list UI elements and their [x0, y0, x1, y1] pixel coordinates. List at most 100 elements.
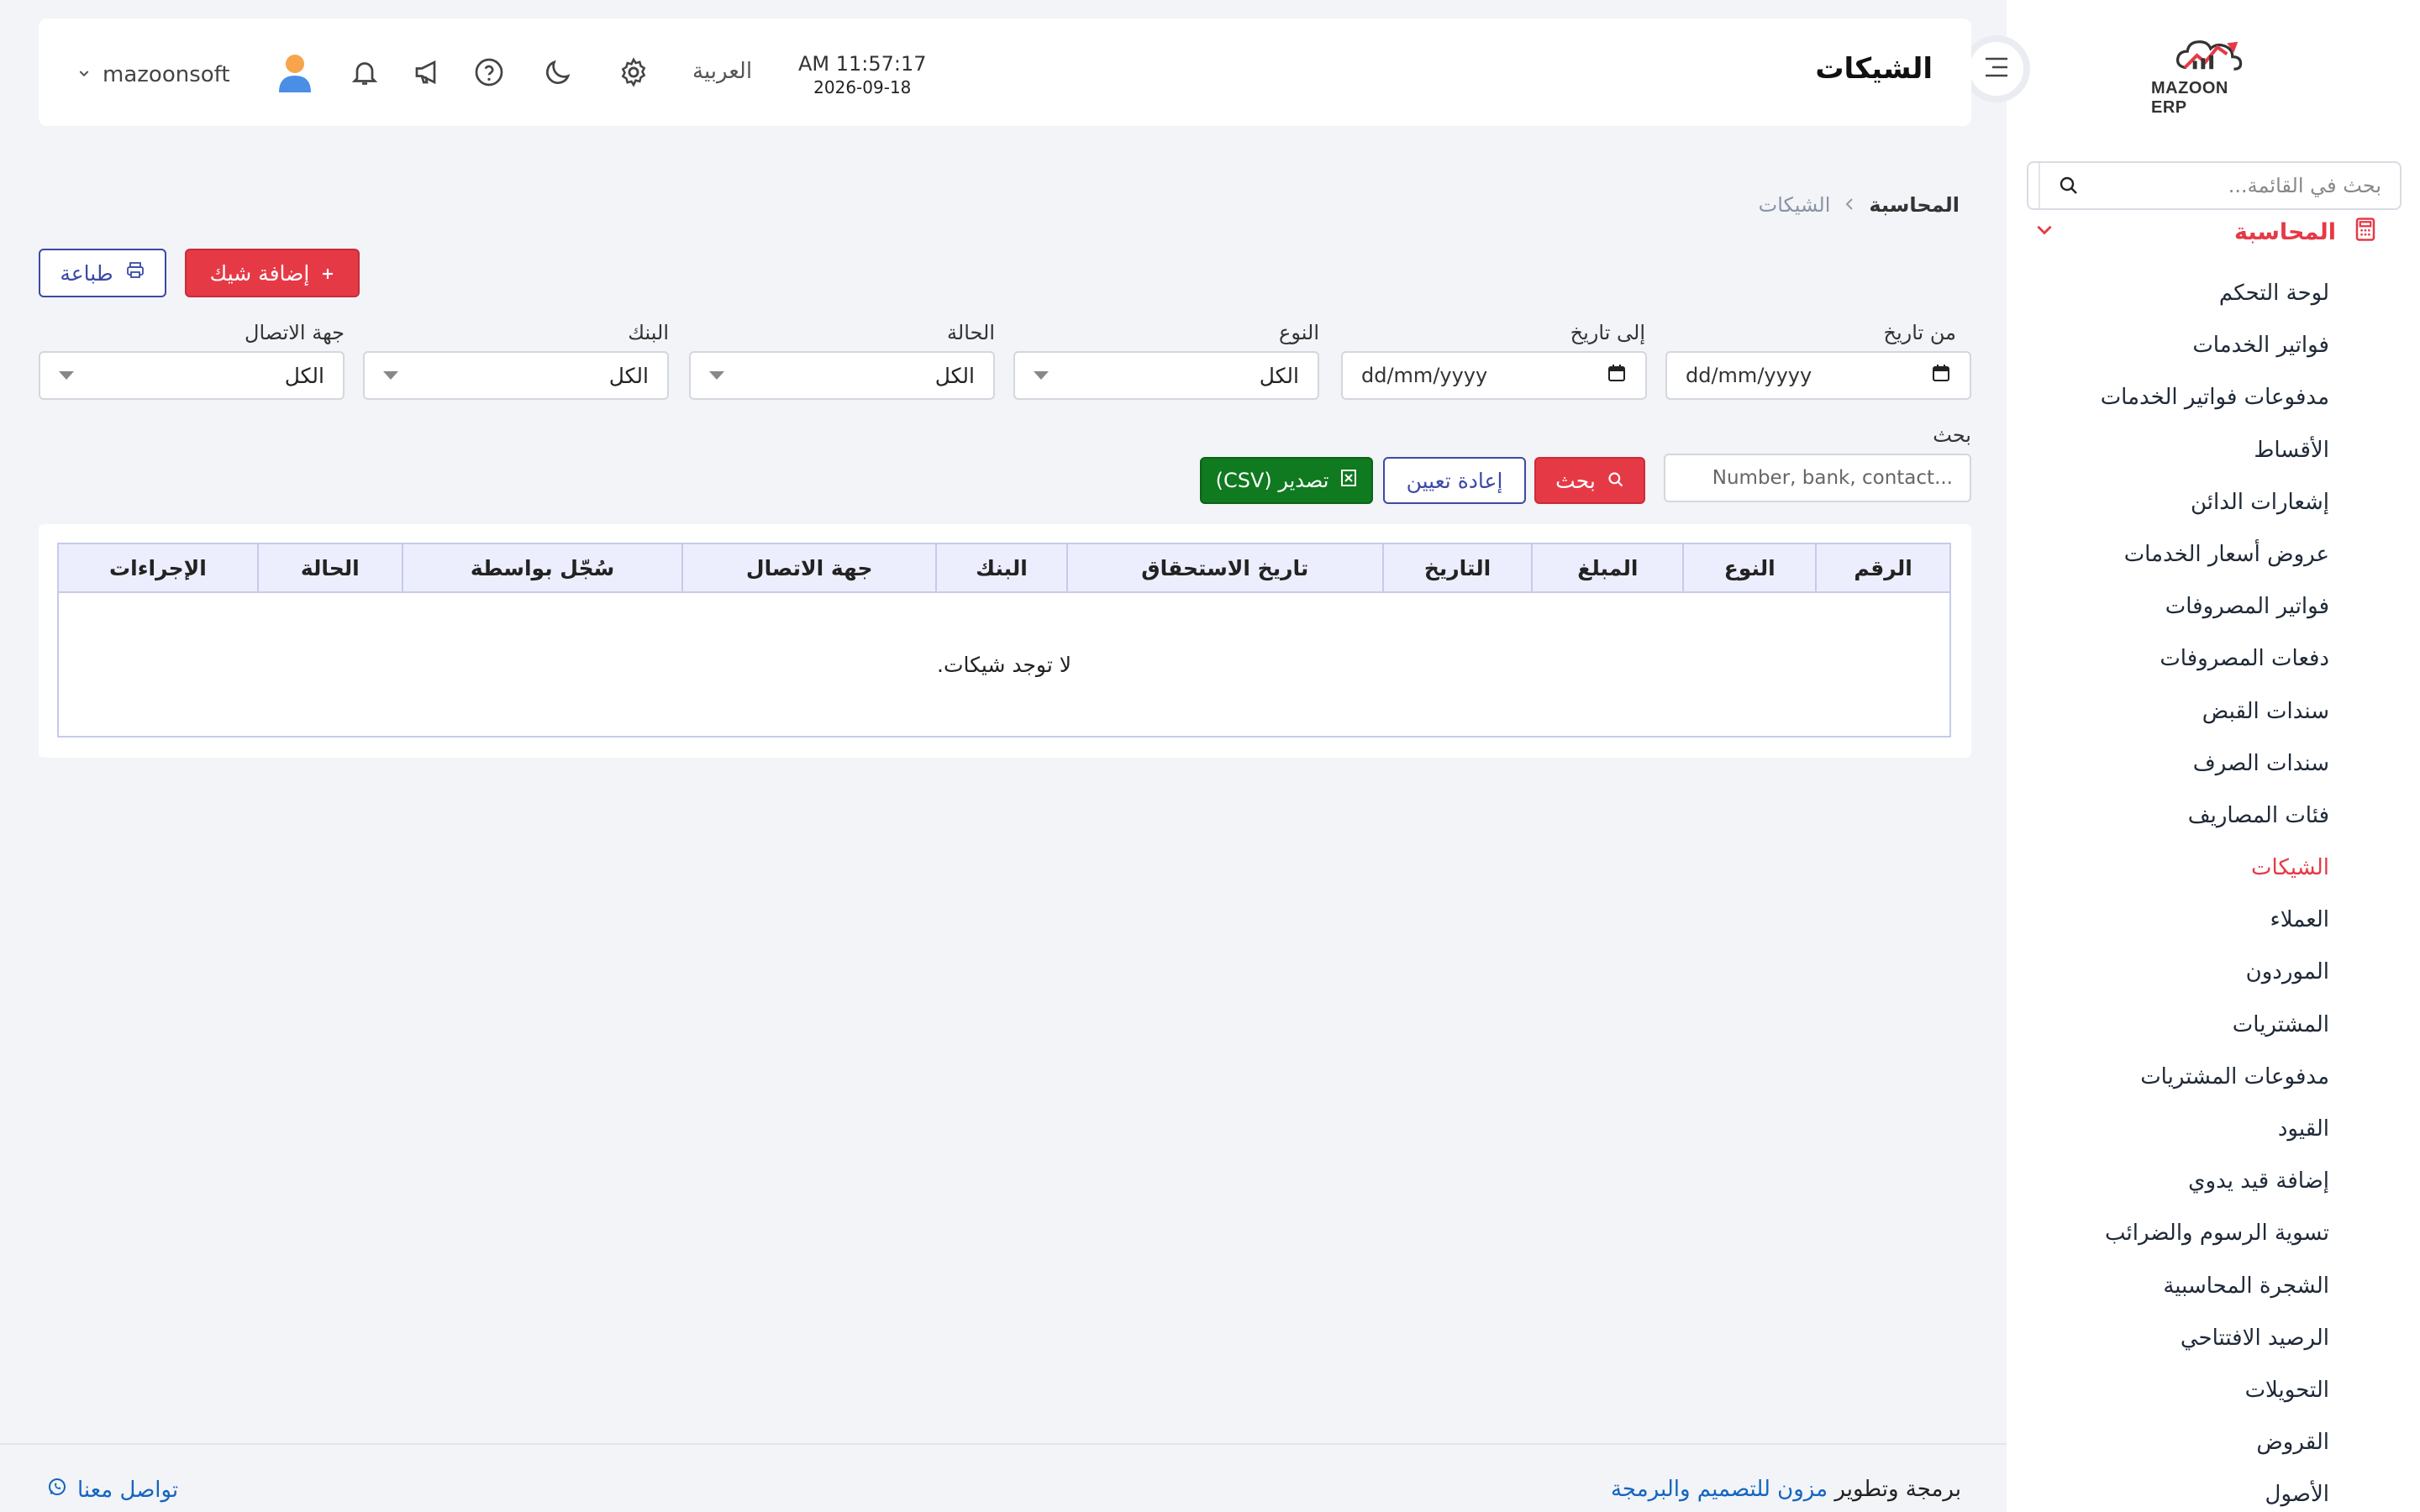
- caret-down-icon: [383, 371, 398, 380]
- whatsapp-icon: [47, 1477, 67, 1503]
- sidebar-item[interactable]: سندات القبض: [2010, 685, 2329, 738]
- search-icon: [1607, 469, 1624, 493]
- table-row: لا توجد شيكات.: [58, 592, 1950, 737]
- status-label: الحالة: [947, 321, 995, 344]
- spreadsheet-icon: [1340, 469, 1357, 492]
- to-date-value: dd/mm/yyyy: [1361, 364, 1488, 387]
- calculator-icon: [2353, 217, 2378, 248]
- col-contact[interactable]: جهة الاتصال: [681, 543, 938, 593]
- caret-down-icon: [709, 371, 724, 380]
- col-status[interactable]: الحالة: [256, 543, 403, 593]
- contact-label: جهة الاتصال: [245, 321, 345, 344]
- sidebar-item[interactable]: تسوية الرسوم والضرائب: [2010, 1207, 2329, 1259]
- from-date-label: من تاريخ: [1883, 321, 1956, 344]
- add-cheque-label: إضافة شيك: [209, 260, 310, 286]
- sidebar-group-accounting[interactable]: المحاسبة: [2033, 215, 2378, 249]
- help-icon[interactable]: [471, 54, 508, 91]
- sidebar-item[interactable]: سندات الصرف: [2010, 738, 2329, 790]
- search-input[interactable]: [1664, 454, 1971, 502]
- sidebar-item[interactable]: الموردون: [2010, 946, 2329, 998]
- breadcrumb: المحاسبة الشيكات: [1759, 193, 1960, 217]
- sidebar-item[interactable]: دفعات المصروفات: [2010, 633, 2329, 685]
- reset-button[interactable]: إعادة تعيين: [1383, 457, 1526, 504]
- type-label: النوع: [1279, 321, 1319, 344]
- chevron-left-icon: [1844, 195, 1855, 216]
- status-select[interactable]: الكل: [689, 351, 995, 400]
- sidebar-menu: لوحة التحكم فواتير الخدمات مدفوعات فواتي…: [2010, 267, 2329, 1512]
- sidebar-item[interactable]: فواتير الخدمات: [2010, 319, 2329, 371]
- clock-date: 2026-09-18: [813, 77, 912, 97]
- calendar-icon[interactable]: [1931, 363, 1951, 388]
- sidebar-item[interactable]: مدفوعات المشتريات: [2010, 1051, 2329, 1103]
- search-label: بحث: [1933, 423, 1971, 447]
- sidebar-item[interactable]: عروض أسعار الخدمات: [2010, 528, 2329, 580]
- sidebar-item[interactable]: الشجرة المحاسبية: [2010, 1260, 2329, 1312]
- from-date-input[interactable]: dd/mm/yyyy: [1665, 351, 1971, 400]
- printer-icon: [125, 260, 145, 286]
- sidebar-item[interactable]: فواتير المصروفات: [2010, 580, 2329, 633]
- bank-select[interactable]: الكل: [363, 351, 669, 400]
- col-date[interactable]: التاريخ: [1381, 543, 1534, 593]
- col-due-date[interactable]: تاريخ الاستحقاق: [1065, 543, 1384, 593]
- breadcrumb-current: الشيكات: [1758, 193, 1831, 217]
- chevron-down-icon: [2033, 218, 2055, 246]
- col-type[interactable]: النوع: [1682, 543, 1818, 593]
- language-switch[interactable]: العربية: [692, 59, 752, 84]
- export-csv-button[interactable]: تصدير (CSV): [1200, 457, 1373, 504]
- calendar-icon[interactable]: [1607, 363, 1627, 388]
- sidebar-item[interactable]: لوحة التحكم: [2010, 267, 2329, 319]
- sidebar-toggle-button[interactable]: [1963, 35, 2030, 102]
- sidebar-item[interactable]: التحويلات: [2010, 1364, 2329, 1416]
- sidebar-item[interactable]: الأصول: [2010, 1468, 2329, 1512]
- sidebar-item[interactable]: القروض: [2010, 1416, 2329, 1468]
- sidebar-item[interactable]: الرصيد الافتتاحي: [2010, 1312, 2329, 1364]
- breadcrumb-parent[interactable]: المحاسبة: [1869, 193, 1960, 217]
- footer-credit-link[interactable]: مزون للتصميم والبرمجة: [1611, 1477, 1828, 1502]
- top-header: الشيكات AM 11:57:17 2026-09-18 العربية m…: [39, 18, 1971, 126]
- contact-value: الكل: [284, 363, 324, 388]
- add-cheque-button[interactable]: إضافة شيك: [185, 249, 360, 297]
- sidebar-search[interactable]: [2027, 161, 2402, 210]
- search-button[interactable]: بحث: [1534, 457, 1645, 504]
- caret-down-icon: [1034, 371, 1049, 380]
- sidebar-item[interactable]: مدفوعات فواتير الخدمات: [2010, 371, 2329, 423]
- sidebar-item[interactable]: فئات المصاريف: [2010, 790, 2329, 842]
- search-icon[interactable]: [2039, 163, 2097, 208]
- user-menu[interactable]: mazoonsoft: [77, 52, 314, 97]
- search-button-label: بحث: [1555, 468, 1596, 493]
- bank-value: الكل: [608, 363, 649, 388]
- col-number[interactable]: الرقم: [1815, 543, 1951, 593]
- sidebar: MAZOON ERP المحاسبة لوحة التحكم فواتير ا…: [2007, 0, 2420, 1512]
- contact-us-link[interactable]: تواصل معنا: [47, 1477, 178, 1503]
- sidebar-item[interactable]: العملاء: [2010, 894, 2329, 946]
- sidebar-item[interactable]: المشتريات: [2010, 999, 2329, 1051]
- sidebar-item-cheques-active[interactable]: الشيكات: [2010, 842, 2329, 894]
- megaphone-icon[interactable]: [408, 54, 445, 91]
- print-button[interactable]: طباعة: [39, 249, 166, 297]
- col-actions: الإجراءات: [57, 543, 259, 593]
- type-select[interactable]: الكل: [1013, 351, 1319, 400]
- sidebar-item[interactable]: القيود: [2010, 1103, 2329, 1155]
- to-date-input[interactable]: dd/mm/yyyy: [1341, 351, 1647, 400]
- menu-icon: [1982, 55, 2011, 83]
- gear-icon[interactable]: [615, 54, 652, 91]
- footer-credit: برمجة وتطوير مزون للتصميم والبرمجة: [1611, 1477, 1961, 1502]
- caret-down-icon: [59, 371, 74, 380]
- contact-us-label: تواصل معنا: [77, 1477, 179, 1503]
- page-title: الشيكات: [1815, 52, 1933, 86]
- contact-select[interactable]: الكل: [39, 351, 345, 400]
- brand-logo[interactable]: MAZOON ERP: [2151, 34, 2269, 118]
- sidebar-search-input[interactable]: [2097, 174, 2400, 197]
- logo-cloud-icon: [2175, 40, 2243, 71]
- sidebar-group-label: المحاسبة: [2233, 218, 2336, 245]
- moon-icon[interactable]: [539, 54, 576, 91]
- bank-label: البنك: [628, 321, 669, 344]
- to-date-label: إلى تاريخ: [1570, 321, 1645, 344]
- bell-icon[interactable]: [346, 54, 383, 91]
- sidebar-item[interactable]: إشعارات الدائن: [2010, 476, 2329, 528]
- col-amount[interactable]: المبلغ: [1531, 543, 1685, 593]
- col-created-by[interactable]: سُجّل بواسطة: [401, 543, 684, 593]
- sidebar-item[interactable]: الأقساط: [2010, 424, 2329, 476]
- col-bank[interactable]: البنك: [935, 543, 1068, 593]
- sidebar-item[interactable]: إضافة قيد يدوي: [2010, 1155, 2329, 1207]
